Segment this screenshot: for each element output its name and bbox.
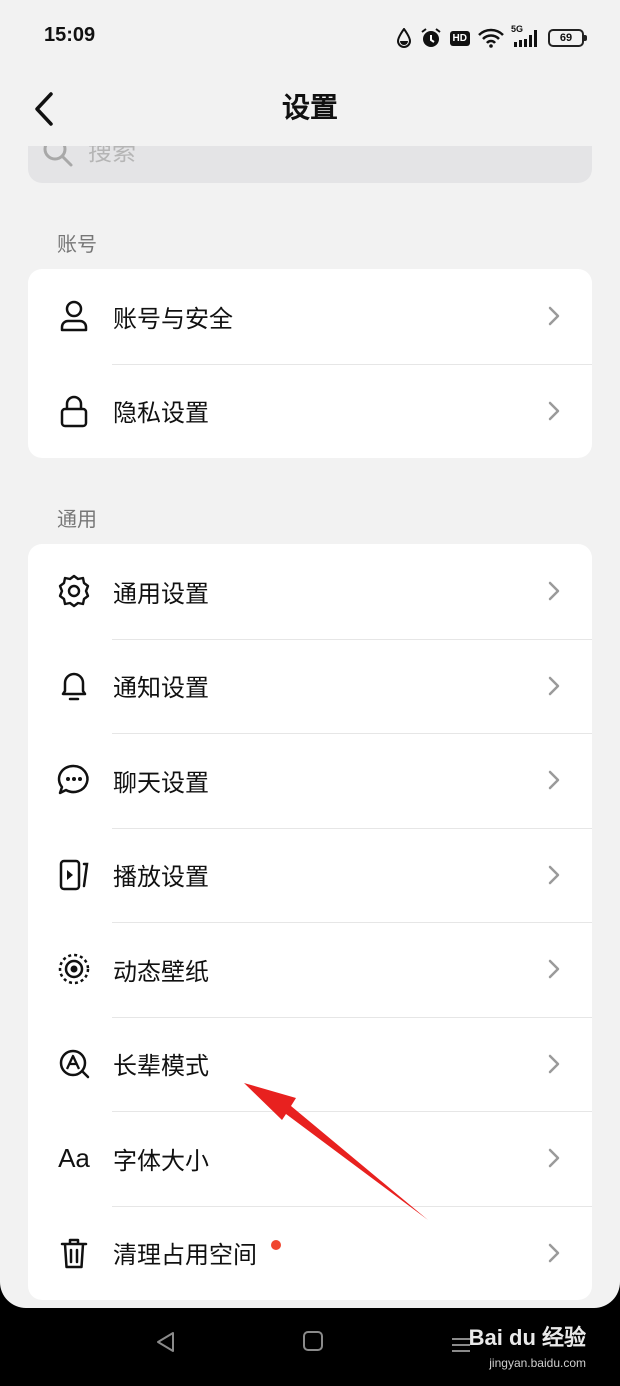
lock-icon xyxy=(56,393,92,429)
font-size-icon: Aa xyxy=(58,1142,90,1173)
account-settings-card: 账号与安全 隐私设置 xyxy=(28,269,592,458)
watermark-logo: Bai du 经验 xyxy=(468,1325,586,1350)
settings-row-label: 通用设置 xyxy=(113,579,209,608)
settings-row-label: 隐私设置 xyxy=(113,399,209,428)
battery-icon: 69 xyxy=(548,29,587,47)
chevron-right-icon xyxy=(548,1149,560,1168)
settings-row-general[interactable]: 通用设置 xyxy=(28,544,592,639)
settings-row-label: 通知设置 xyxy=(113,674,209,703)
chevron-right-icon xyxy=(548,960,560,979)
chevron-right-icon xyxy=(548,307,560,326)
section-label-account: 账号 xyxy=(57,232,97,256)
settings-row-account-security[interactable]: 账号与安全 xyxy=(28,269,592,364)
nav-back-icon[interactable] xyxy=(154,1330,176,1354)
chevron-right-icon xyxy=(548,676,560,695)
water-drop-icon xyxy=(396,28,411,48)
status-bar: 15:09 HD 5G 69 xyxy=(0,0,620,76)
elder-mode-icon xyxy=(56,1046,92,1082)
settings-row-label: 聊天设置 xyxy=(113,768,209,797)
chevron-right-icon xyxy=(548,401,560,420)
settings-row-label: 动态壁纸 xyxy=(113,957,209,986)
settings-row-clear-storage[interactable]: 清理占用空间 xyxy=(28,1205,592,1301)
status-time: 15:09 xyxy=(44,24,96,46)
settings-row-label: 播放设置 xyxy=(113,863,209,892)
chevron-right-icon xyxy=(548,582,560,601)
settings-row-notifications[interactable]: 通知设置 xyxy=(28,638,592,734)
general-settings-card: 通用设置 通知设置 聊天设置 播放设置 动态壁纸 长辈模式 Aa 字体大小 清理… xyxy=(28,544,592,1300)
top-app-bar: 设置 xyxy=(0,76,620,142)
wifi-icon xyxy=(478,28,504,48)
baidu-jingyan-watermark: Bai du 经验 jingyan.baidu.com xyxy=(468,1320,586,1370)
battery-level: 69 xyxy=(559,32,573,44)
settings-row-label: 字体大小 xyxy=(113,1146,209,1175)
settings-row-font-size[interactable]: Aa 字体大小 xyxy=(28,1111,592,1206)
trash-icon xyxy=(56,1235,92,1271)
settings-row-privacy[interactable]: 隐私设置 xyxy=(28,363,592,459)
hd-icon: HD xyxy=(449,30,470,46)
person-icon xyxy=(56,298,92,334)
chevron-right-icon xyxy=(548,1243,560,1262)
wallpaper-icon xyxy=(56,951,92,987)
settings-screen: 15:09 HD 5G 69 设置 账号 账号与安全 隐私设置 xyxy=(0,0,620,1308)
notification-dot xyxy=(271,1239,281,1250)
settings-row-label: 长辈模式 xyxy=(113,1052,209,1081)
chat-bubble-icon xyxy=(56,762,92,798)
settings-row-playback[interactable]: 播放设置 xyxy=(28,827,592,923)
alarm-icon xyxy=(420,28,441,47)
settings-row-chat[interactable]: 聊天设置 xyxy=(28,733,592,828)
gear-icon xyxy=(56,573,92,609)
page-title: 设置 xyxy=(281,91,338,124)
play-icon xyxy=(56,857,92,893)
cellular-signal-icon: 5G xyxy=(511,24,540,49)
section-label-general: 通用 xyxy=(57,507,97,531)
settings-row-elder-mode[interactable]: 长辈模式 xyxy=(28,1016,592,1112)
watermark-url: jingyan.baidu.com xyxy=(489,1356,586,1370)
chevron-right-icon xyxy=(548,865,560,884)
bell-icon xyxy=(56,668,92,704)
chevron-right-icon xyxy=(548,771,560,790)
settings-row-live-wallpaper[interactable]: 动态壁纸 xyxy=(28,922,592,1017)
chevron-right-icon xyxy=(548,1054,560,1073)
settings-row-label: 账号与安全 xyxy=(113,304,233,333)
nav-home-icon[interactable] xyxy=(302,1330,324,1352)
settings-row-label: 清理占用空间 xyxy=(113,1241,257,1270)
